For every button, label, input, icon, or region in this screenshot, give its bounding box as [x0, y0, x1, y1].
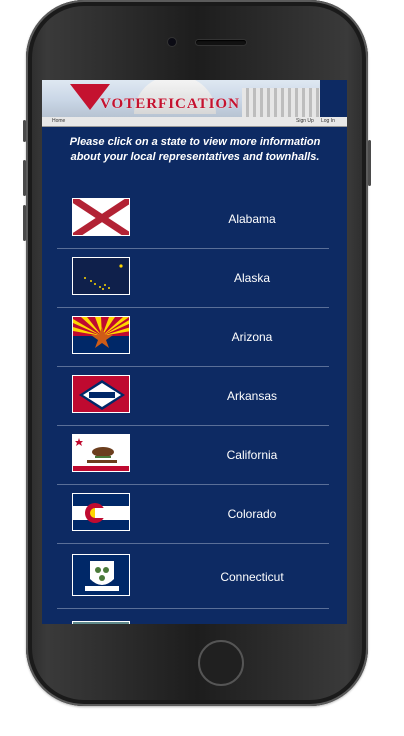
colorado-flag-icon	[72, 493, 130, 531]
alabama-flag-icon	[72, 198, 130, 236]
state-name: Arizona	[231, 330, 273, 344]
volume-down-button	[23, 205, 26, 241]
home-hardware-button[interactable]	[198, 640, 244, 686]
state-row-california[interactable]: California	[57, 426, 329, 485]
state-name: Alabama	[228, 212, 276, 226]
partial-flag-icon	[72, 621, 130, 624]
state-row-colorado[interactable]: Colorado	[57, 485, 329, 544]
state-row-partial[interactable]	[57, 609, 329, 624]
nav-signup-link[interactable]: Sign Up	[296, 117, 314, 126]
top-nav: Home Sign Up Log In	[42, 117, 347, 127]
earpiece	[196, 40, 246, 45]
connecticut-flag-icon	[72, 554, 130, 596]
state-row-alabama[interactable]: Alabama	[57, 190, 329, 249]
california-flag-icon	[72, 434, 130, 472]
state-name: Arkansas	[226, 389, 278, 403]
nav-login-link[interactable]: Log In	[321, 117, 335, 126]
state-name: Connecticut	[220, 570, 284, 584]
site-logo[interactable]: VOTERFICATION	[100, 96, 240, 113]
state-name: California	[226, 448, 278, 462]
state-name: Alaska	[233, 271, 271, 285]
camera-icon	[168, 38, 176, 46]
state-row-alaska[interactable]: Alaska	[57, 249, 329, 308]
state-name: Colorado	[227, 507, 277, 521]
power-button	[368, 140, 371, 186]
state-row-arkansas[interactable]: Arkansas	[57, 367, 329, 426]
arkansas-flag-icon	[72, 375, 130, 413]
state-row-connecticut[interactable]: Connecticut	[57, 544, 329, 609]
arizona-flag-icon	[72, 316, 130, 354]
capitol-columns	[242, 88, 320, 117]
volume-up-button	[23, 160, 26, 196]
nav-home-link[interactable]: Home	[52, 117, 65, 126]
mute-switch	[23, 120, 26, 142]
app-screen: VOTERFICATION Home Sign Up Log In Please…	[42, 80, 347, 624]
site-banner: VOTERFICATION	[42, 80, 320, 117]
intro-text: Please click on a state to view more inf…	[69, 136, 321, 163]
state-list: Alabama Alaska Arizona Arkansas Californ…	[57, 190, 329, 624]
alaska-flag-icon	[72, 257, 130, 295]
state-row-arizona[interactable]: Arizona	[57, 308, 329, 367]
